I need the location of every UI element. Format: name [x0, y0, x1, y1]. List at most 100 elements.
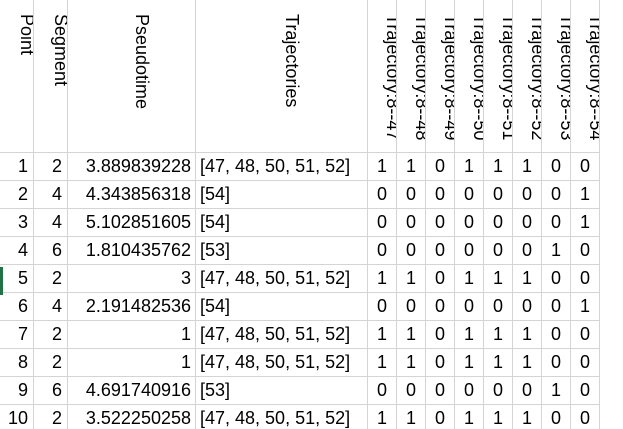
header-cell-t49[interactable]: Trajectory:8--49	[426, 0, 455, 153]
cell-t50[interactable]: 0	[455, 293, 484, 321]
cell-t54[interactable]: 1	[571, 293, 600, 321]
cell-t47[interactable]: 0	[368, 293, 397, 321]
cell-t53[interactable]: 0	[542, 293, 571, 321]
cell-t52[interactable]: 0	[513, 293, 542, 321]
cell-t48[interactable]: 0	[397, 237, 426, 265]
cell-segment[interactable]: 6	[34, 377, 68, 405]
cell-t48[interactable]: 1	[397, 405, 426, 429]
cell-segment[interactable]: 6	[34, 237, 68, 265]
cell-pseudotime[interactable]: 3.889839228	[68, 153, 196, 181]
cell-t47[interactable]: 0	[368, 377, 397, 405]
cell-t54[interactable]: 1	[571, 209, 600, 237]
cell-segment[interactable]: 4	[34, 293, 68, 321]
cell-t51[interactable]: 0	[484, 293, 513, 321]
cell-point[interactable]: 4	[0, 237, 34, 265]
cell-t48[interactable]: 0	[397, 181, 426, 209]
cell-t47[interactable]: 0	[368, 237, 397, 265]
cell-t49[interactable]: 0	[426, 237, 455, 265]
cell-t52[interactable]: 1	[513, 153, 542, 181]
cell-segment[interactable]: 4	[34, 181, 68, 209]
cell-t52[interactable]: 1	[513, 405, 542, 429]
cell-t48[interactable]: 1	[397, 349, 426, 377]
cell-trajectories[interactable]: [54]	[196, 181, 368, 209]
header-cell-t50[interactable]: Trajectory:8--50	[455, 0, 484, 153]
cell-trajectories[interactable]: [47, 48, 50, 51, 52]	[196, 265, 368, 293]
cell-point[interactable]: 2	[0, 181, 34, 209]
cell-t48[interactable]: 0	[397, 377, 426, 405]
cell-t54[interactable]: 0	[571, 405, 600, 429]
cell-trajectories[interactable]: [53]	[196, 237, 368, 265]
cell-t53[interactable]: 0	[542, 349, 571, 377]
cell-t51[interactable]: 1	[484, 405, 513, 429]
cell-t51[interactable]: 1	[484, 153, 513, 181]
cell-t49[interactable]: 0	[426, 349, 455, 377]
cell-pseudotime[interactable]: 1	[68, 321, 196, 349]
cell-t50[interactable]: 0	[455, 377, 484, 405]
cell-trajectories[interactable]: [47, 48, 50, 51, 52]	[196, 349, 368, 377]
cell-trajectories[interactable]: [54]	[196, 209, 368, 237]
cell-t53[interactable]: 1	[542, 237, 571, 265]
header-cell-pseudotime[interactable]: Pseudotime	[68, 0, 196, 153]
cell-t49[interactable]: 0	[426, 321, 455, 349]
cell-t50[interactable]: 1	[455, 321, 484, 349]
cell-t53[interactable]: 0	[542, 209, 571, 237]
cell-t48[interactable]: 0	[397, 209, 426, 237]
cell-pseudotime[interactable]: 4.343856318	[68, 181, 196, 209]
cell-segment[interactable]: 2	[34, 405, 68, 429]
cell-t49[interactable]: 0	[426, 293, 455, 321]
cell-t48[interactable]: 0	[397, 293, 426, 321]
header-cell-t51[interactable]: Trajectory:8--51	[484, 0, 513, 153]
cell-t47[interactable]: 0	[368, 209, 397, 237]
cell-point[interactable]: 1	[0, 153, 34, 181]
cell-segment[interactable]: 2	[34, 321, 68, 349]
cell-t52[interactable]: 0	[513, 181, 542, 209]
cell-t53[interactable]: 1	[542, 377, 571, 405]
cell-t47[interactable]: 1	[368, 405, 397, 429]
cell-point[interactable]: 10	[0, 405, 34, 429]
cell-t47[interactable]: 0	[368, 181, 397, 209]
cell-point[interactable]: 3	[0, 209, 34, 237]
cell-t50[interactable]: 1	[455, 349, 484, 377]
cell-t54[interactable]: 0	[571, 265, 600, 293]
cell-t49[interactable]: 0	[426, 153, 455, 181]
header-cell-t54[interactable]: Trajectory:8--54	[571, 0, 600, 153]
cell-t51[interactable]: 0	[484, 237, 513, 265]
cell-t50[interactable]: 1	[455, 265, 484, 293]
cell-t51[interactable]: 0	[484, 209, 513, 237]
cell-t47[interactable]: 1	[368, 321, 397, 349]
cell-segment[interactable]: 2	[34, 153, 68, 181]
cell-t49[interactable]: 0	[426, 405, 455, 429]
cell-t54[interactable]: 0	[571, 321, 600, 349]
cell-t47[interactable]: 1	[368, 153, 397, 181]
cell-t50[interactable]: 0	[455, 237, 484, 265]
cell-t48[interactable]: 1	[397, 265, 426, 293]
cell-t52[interactable]: 0	[513, 209, 542, 237]
cell-t47[interactable]: 1	[368, 349, 397, 377]
cell-t54[interactable]: 0	[571, 237, 600, 265]
header-cell-segment[interactable]: Segment	[34, 0, 68, 153]
cell-t54[interactable]: 0	[571, 349, 600, 377]
header-cell-t53[interactable]: Trajectory:8--53	[542, 0, 571, 153]
cell-point[interactable]: 5	[0, 265, 34, 293]
cell-pseudotime[interactable]: 1	[68, 349, 196, 377]
cell-pseudotime[interactable]: 1.810435762	[68, 237, 196, 265]
cell-t54[interactable]: 0	[571, 153, 600, 181]
cell-point[interactable]: 9	[0, 377, 34, 405]
cell-t50[interactable]: 1	[455, 405, 484, 429]
cell-t53[interactable]: 0	[542, 321, 571, 349]
cell-t52[interactable]: 1	[513, 265, 542, 293]
header-cell-point[interactable]: Point	[0, 0, 34, 153]
cell-pseudotime[interactable]: 2.191482536	[68, 293, 196, 321]
cell-t53[interactable]: 0	[542, 405, 571, 429]
cell-point[interactable]: 8	[0, 349, 34, 377]
cell-t54[interactable]: 0	[571, 377, 600, 405]
cell-t50[interactable]: 0	[455, 181, 484, 209]
cell-t49[interactable]: 0	[426, 209, 455, 237]
header-cell-t48[interactable]: Trajectory:8--48	[397, 0, 426, 153]
cell-t51[interactable]: 1	[484, 321, 513, 349]
cell-t51[interactable]: 0	[484, 377, 513, 405]
cell-pseudotime[interactable]: 3.522250258	[68, 405, 196, 429]
cell-pseudotime[interactable]: 5.102851605	[68, 209, 196, 237]
cell-t52[interactable]: 0	[513, 377, 542, 405]
cell-t53[interactable]: 0	[542, 265, 571, 293]
